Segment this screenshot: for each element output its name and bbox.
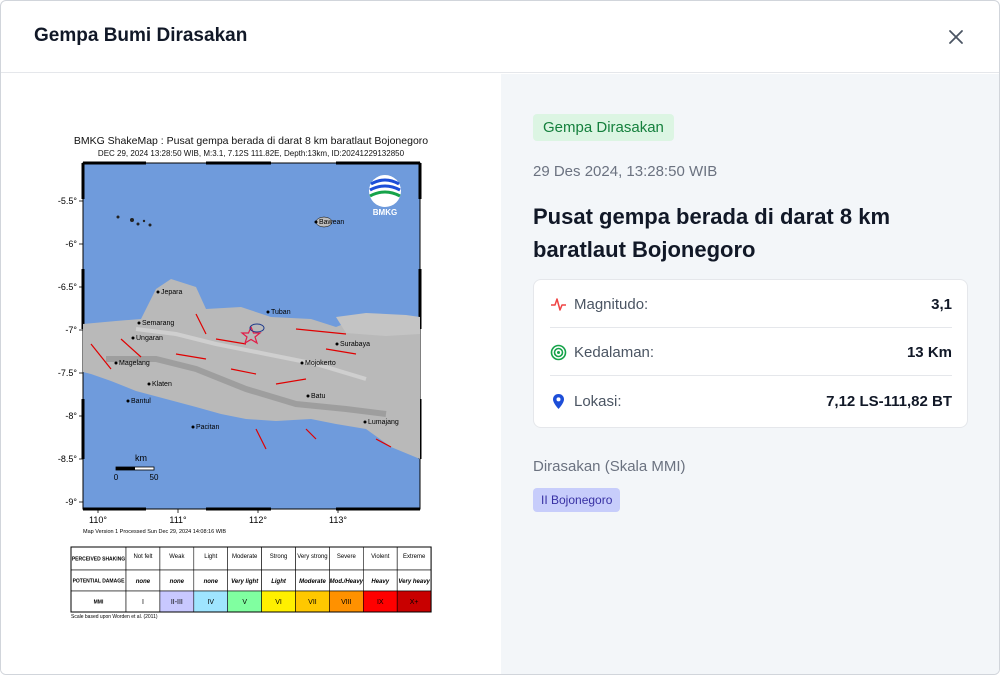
- legend-mmi-label: II-III: [171, 599, 183, 606]
- earthquake-modal: Gempa Bumi Dirasakan BMKG ShakeMap : Pus…: [0, 0, 1000, 675]
- legend-damage-label: none: [204, 579, 219, 585]
- legend-damage-label: Heavy: [371, 579, 389, 585]
- legend-mmi-label: I: [142, 599, 144, 606]
- magnitude-label: Magnitudo:: [574, 296, 649, 313]
- legend-damage-label: Very light: [231, 579, 259, 585]
- city-label: Bawean: [319, 219, 344, 226]
- location-label: Lokasi:: [574, 393, 622, 410]
- legend-row-label: MMI: [94, 600, 104, 606]
- city-label: Lumajang: [368, 419, 399, 426]
- map-subtitle: DEC 29, 2024 13:28:50 WIB, M:3.1, 7.12S …: [98, 149, 405, 158]
- city-label: Batu: [311, 393, 326, 400]
- legend-shaking-label: Violent: [371, 554, 390, 560]
- y-tick-label: -7.5°: [58, 368, 78, 378]
- depth-row: Kedalaman: 13 Km: [550, 328, 952, 376]
- map-pin-icon: [553, 394, 564, 409]
- city-label: Mojokerto: [305, 360, 336, 367]
- x-tick-label: 113°: [329, 515, 347, 525]
- legend-shaking-label: Very strong: [297, 554, 327, 560]
- city-label: Tuban: [271, 309, 291, 316]
- legend-mmi-label: V: [242, 599, 247, 606]
- y-tick-label: -6°: [65, 239, 77, 249]
- bmkg-logo: BMKG: [369, 175, 401, 217]
- y-tick-label: -8°: [65, 411, 77, 421]
- legend-shaking-label: Moderate: [232, 554, 258, 560]
- legend-damage-label: none: [136, 579, 151, 585]
- y-tick-label: -7°: [65, 325, 77, 335]
- legend-shaking-label: Light: [204, 554, 217, 560]
- legend-note: Scale based upon Worden et al. (2011): [71, 614, 158, 620]
- y-tick-label: -9°: [65, 497, 77, 507]
- city-label: Bantul: [131, 398, 151, 405]
- city-label: Pacitan: [196, 424, 219, 431]
- legend-mmi-label: VI: [275, 599, 282, 606]
- target-icon: [550, 344, 567, 361]
- legend-shaking-label: Weak: [169, 554, 185, 560]
- legend-mmi-label: VII: [308, 599, 317, 606]
- event-datetime: 29 Des 2024, 13:28:50 WIB: [533, 163, 718, 180]
- y-tick-label: -6.5°: [58, 282, 78, 292]
- legend-mmi-label: X+: [410, 599, 419, 606]
- event-headline: Pusat gempa berada di darat 8 km baratla…: [533, 204, 891, 262]
- x-tick-label: 111°: [169, 515, 187, 525]
- map-footer: Map Version 1 Processed Sun Dec 29, 2024…: [83, 529, 226, 535]
- felt-title: Dirasakan (Skala MMI): [533, 458, 686, 475]
- location-row: Lokasi: 7,12 LS-111,82 BT: [550, 377, 952, 425]
- svg-text:BMKG: BMKG: [373, 208, 397, 217]
- legend-row-label: POTENTIAL DAMAGE: [73, 579, 126, 585]
- detail-panel: Gempa Dirasakan 29 Des 2024, 13:28:50 WI…: [501, 74, 999, 674]
- y-tick-label: -8.5°: [58, 454, 78, 464]
- svg-text:50: 50: [150, 473, 159, 482]
- close-icon: [949, 30, 963, 44]
- legend-damage-label: Light: [271, 579, 287, 585]
- legend-damage-label: none: [170, 579, 185, 585]
- info-card: Magnitudo: 3,1 Kedalaman: 13 Km Lokasi: …: [533, 279, 968, 428]
- legend-damage-label: Moderate: [299, 579, 326, 585]
- legend-damage-label: Mod./Heavy: [330, 579, 364, 585]
- activity-icon: [551, 298, 566, 311]
- legend-damage-label: Very heavy: [398, 579, 430, 585]
- close-button[interactable]: [943, 24, 969, 50]
- svg-text:0: 0: [114, 473, 119, 482]
- legend-mmi-label: IX: [377, 599, 384, 606]
- city-label: Jepara: [161, 289, 183, 296]
- shakemap-image[interactable]: BMKG ShakeMap : Pusat gempa berada di da…: [46, 129, 446, 629]
- svg-text:km: km: [135, 453, 147, 463]
- legend-shaking-label: Strong: [270, 554, 288, 560]
- status-badge: Gempa Dirasakan: [533, 114, 674, 141]
- city-label: Ungaran: [136, 335, 163, 342]
- modal-title: Gempa Bumi Dirasakan: [34, 25, 248, 46]
- y-tick-label: -5.5°: [58, 196, 78, 206]
- map-title: BMKG ShakeMap : Pusat gempa berada di da…: [74, 135, 428, 147]
- city-label: Klaten: [152, 381, 172, 388]
- x-tick-label: 112°: [249, 515, 267, 525]
- x-tick-label: 110°: [89, 515, 107, 525]
- location-value: 7,12 LS-111,82 BT: [826, 393, 952, 410]
- legend-shaking-label: Extreme: [403, 554, 426, 560]
- legend-mmi-label: VIII: [341, 599, 352, 606]
- magnitude-row: Magnitudo: 3,1: [550, 280, 952, 328]
- map-panel: BMKG ShakeMap : Pusat gempa berada di da…: [1, 74, 501, 674]
- legend-shaking-label: Severe: [337, 554, 357, 560]
- city-label: Semarang: [142, 320, 174, 327]
- magnitude-value: 3,1: [931, 296, 952, 313]
- depth-label: Kedalaman:: [574, 344, 655, 361]
- legend-mmi-label: IV: [207, 599, 214, 606]
- legend-row-label: PERCEIVED SHAKING: [72, 557, 125, 563]
- modal-header: Gempa Bumi Dirasakan: [1, 1, 999, 73]
- depth-value: 13 Km: [906, 344, 952, 361]
- city-label: Surabaya: [340, 341, 370, 348]
- felt-region-chip: II Bojonegoro: [533, 488, 621, 512]
- city-label: Magelang: [119, 360, 150, 367]
- legend-shaking-label: Not felt: [133, 554, 152, 560]
